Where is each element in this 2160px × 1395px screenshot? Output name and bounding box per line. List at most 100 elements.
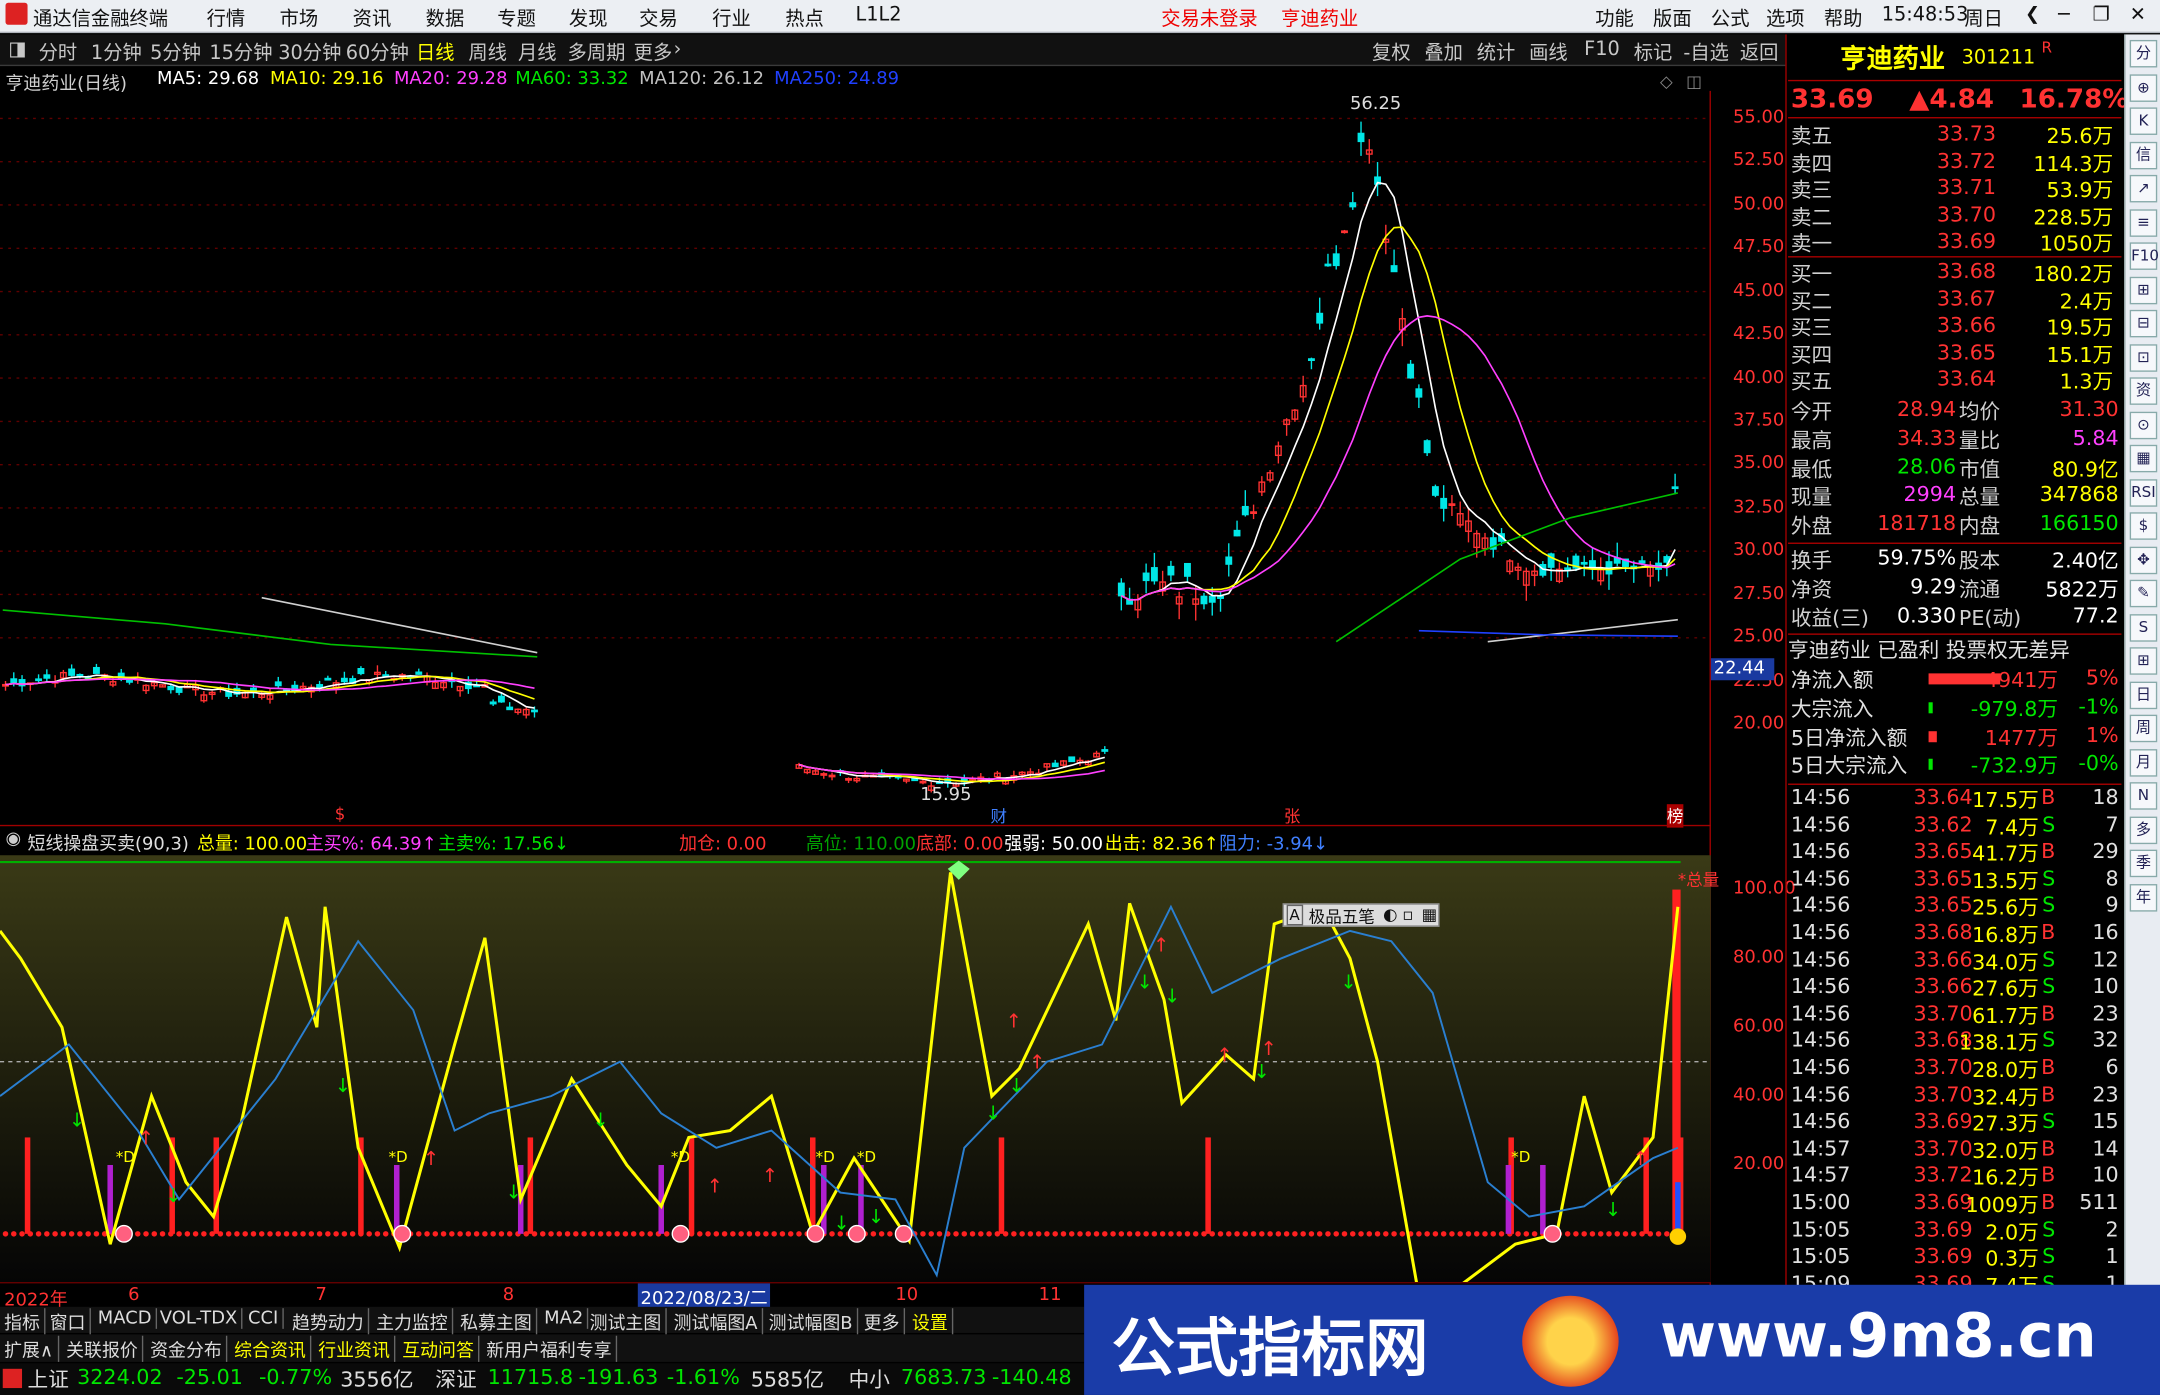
menu-hot[interactable]: 热点	[785, 4, 824, 32]
tool-back[interactable]: 返回	[1740, 39, 1779, 67]
sidebar-button[interactable]: ▦	[2129, 444, 2158, 473]
tool-overlay[interactable]: 叠加	[1424, 39, 1463, 67]
collapse-icon[interactable]: ◫	[1686, 72, 1702, 91]
indicator-menu-icon[interactable]: ◉	[6, 829, 22, 850]
price-chart[interactable]	[0, 91, 1711, 824]
sidebar-button[interactable]: ≡	[2129, 208, 2158, 237]
tab-settings[interactable]: 设置	[908, 1308, 954, 1335]
tab-info[interactable]: 综合资讯	[230, 1335, 312, 1362]
menu-function[interactable]: 功能	[1595, 4, 1634, 32]
sidebar-button[interactable]: RSI	[2129, 478, 2158, 507]
tab-window[interactable]: 窗口	[45, 1308, 91, 1335]
menu-trade[interactable]: 交易	[639, 4, 678, 32]
tab-macd[interactable]: MACD	[94, 1308, 157, 1329]
tab-expand[interactable]: 扩展∧	[0, 1335, 59, 1362]
tab-cci[interactable]: CCI	[244, 1308, 284, 1329]
menu-news[interactable]: 资讯	[353, 4, 392, 32]
tab-qa[interactable]: 互动问答	[398, 1335, 480, 1362]
sidebar-button[interactable]: 日	[2129, 680, 2158, 709]
sidebar-button[interactable]: ↗	[2129, 174, 2158, 203]
sidebar-button[interactable]: $	[2129, 512, 2158, 540]
tool-stats[interactable]: 统计	[1477, 39, 1516, 67]
menu-market[interactable]: 市场	[280, 4, 319, 32]
sidebar-button[interactable]: ⊟	[2129, 309, 2158, 338]
sidebar-button[interactable]: 资	[2129, 377, 2158, 405]
sidebar-button[interactable]: ⊞	[2129, 276, 2158, 304]
moon-icon[interactable]: ◐	[1383, 905, 1397, 924]
tab-test-main[interactable]: 测试主图	[585, 1308, 667, 1335]
menu-formula[interactable]: 公式	[1711, 4, 1750, 32]
period-30min[interactable]: 30分钟	[278, 39, 341, 67]
back-icon[interactable]: ❮	[2025, 4, 2040, 25]
sidebar-button[interactable]: 多	[2129, 815, 2158, 844]
sidebar-button[interactable]: ⊙	[2129, 411, 2158, 439]
sidebar-button[interactable]: F10	[2129, 242, 2159, 270]
panel-toggle-icon[interactable]: ◨	[8, 39, 26, 61]
sidebar-button[interactable]: 季	[2129, 849, 2158, 878]
menu-options[interactable]: 选项	[1766, 4, 1805, 32]
tab-industry-info[interactable]: 行业资讯	[314, 1335, 396, 1362]
sidebar-button[interactable]: ✥	[2129, 546, 2158, 574]
period-more[interactable]: 更多	[634, 39, 673, 67]
tab-test-b[interactable]: 测试幅图B	[765, 1308, 859, 1335]
period-multi[interactable]: 多周期	[568, 39, 626, 67]
sidebar-button[interactable]: 信	[2129, 141, 2158, 169]
period-intraday[interactable]: 分时	[39, 39, 78, 67]
tab-more[interactable]: 更多	[860, 1308, 906, 1335]
zx-label[interactable]: 中小	[849, 1365, 890, 1394]
sidebar-button[interactable]: 周	[2129, 714, 2158, 743]
popup-toolbar[interactable]: A 极品五笔 ◐ ▫ ▦	[1282, 903, 1440, 927]
period-15min[interactable]: 15分钟	[209, 39, 272, 67]
tool-self-select[interactable]: -自选	[1683, 39, 1729, 67]
sidebar-button[interactable]: N	[2129, 782, 2158, 810]
menu-industry[interactable]: 行业	[712, 4, 751, 32]
period-5min[interactable]: 5分钟	[150, 39, 201, 67]
sidebar-button[interactable]: ⊞	[2129, 647, 2158, 675]
menu-l1l2[interactable]: L1L2	[855, 4, 901, 26]
menu-layout[interactable]: 版面	[1653, 4, 1692, 32]
tab-vol-tdx[interactable]: VOL-TDX	[156, 1308, 243, 1329]
tab-related[interactable]: 关联报价	[62, 1335, 144, 1362]
menu-quotes[interactable]: 行情	[207, 4, 246, 32]
popup-arrow-icon[interactable]: ▫	[1402, 905, 1413, 924]
sidebar-button[interactable]: 月	[2129, 748, 2158, 776]
stock-link[interactable]: 亨迪药业	[1281, 4, 1358, 32]
sidebar-button[interactable]: 年	[2129, 883, 2158, 911]
sidebar-button[interactable]: K	[2129, 107, 2158, 135]
tab-indicator[interactable]: 指标	[0, 1308, 46, 1335]
period-weekly[interactable]: 周线	[468, 39, 507, 67]
close-icon[interactable]: ✕	[2130, 4, 2146, 26]
tab-monitor[interactable]: 主力监控	[372, 1308, 454, 1335]
grid-icon[interactable]: ▦	[1422, 905, 1438, 924]
period-1min[interactable]: 1分钟	[91, 39, 142, 67]
menu-discover[interactable]: 发现	[569, 4, 608, 32]
tab-ma2[interactable]: MA2	[540, 1308, 589, 1329]
tool-draw[interactable]: 画线	[1529, 39, 1568, 67]
tab-new-user[interactable]: 新用户福利专享	[482, 1335, 618, 1362]
tool-mark[interactable]: 标记	[1634, 39, 1673, 67]
menu-topics[interactable]: 专题	[497, 4, 536, 32]
tab-private[interactable]: 私募主图	[456, 1308, 538, 1335]
minimize-icon[interactable]: ─	[2058, 4, 2070, 26]
menu-data[interactable]: 数据	[426, 4, 465, 32]
tab-test-a[interactable]: 测试幅图A	[669, 1308, 764, 1335]
sidebar-button[interactable]: S	[2129, 613, 2158, 642]
sz-label[interactable]: 深证	[435, 1365, 476, 1394]
sidebar-button[interactable]: 分	[2129, 39, 2158, 68]
sh-label[interactable]: 上证	[28, 1365, 69, 1394]
trade-status-link[interactable]: 交易未登录	[1161, 4, 1257, 32]
sidebar-button[interactable]: ⊕	[2129, 73, 2158, 102]
indicator-chart[interactable]: ↓↓↓↓↓ ↓↓↓↓↓↓↓↓ ↓↑↑↑ ↑↑↑↑↑ ↑↑*D *D *D *D *D *D	[0, 855, 1711, 1283]
diamond-icon[interactable]: ◇	[1660, 72, 1673, 91]
restore-icon[interactable]: ❐	[2092, 4, 2109, 26]
tool-f10[interactable]: F10	[1584, 39, 1620, 61]
tab-funds[interactable]: 资金分布	[146, 1335, 228, 1362]
period-daily[interactable]: 日线	[416, 39, 455, 67]
sidebar-button[interactable]: ✎	[2129, 579, 2158, 608]
tool-adjust[interactable]: 复权	[1372, 39, 1411, 67]
event-marker[interactable]: $	[335, 804, 346, 823]
menu-help[interactable]: 帮助	[1824, 4, 1863, 32]
period-monthly[interactable]: 月线	[518, 39, 557, 67]
tab-trend[interactable]: 趋势动力	[288, 1308, 370, 1335]
period-60min[interactable]: 60分钟	[346, 39, 409, 67]
